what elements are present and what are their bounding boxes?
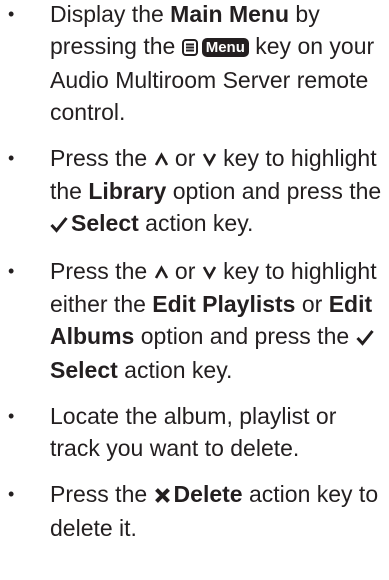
bullet: • (8, 148, 15, 168)
step-locate-item: • Locate the album, playlist or track yo… (0, 400, 389, 464)
select-term: Select (50, 357, 118, 383)
step-text: or (168, 258, 202, 284)
step-text: Display the (50, 1, 171, 27)
menu-key-label: Menu (201, 38, 249, 57)
main-menu-term: Main Menu (170, 1, 290, 27)
cross-icon (154, 480, 171, 512)
select-term: Select (71, 210, 139, 236)
bullet: • (8, 4, 15, 24)
step-text: action key. (138, 210, 254, 236)
caret-down-icon (202, 256, 217, 288)
menu-list-icon (181, 32, 198, 64)
caret-up-icon (154, 143, 169, 175)
step-text: Press the (50, 481, 154, 507)
step-text: Press the (50, 258, 154, 284)
step-text: option and press the (166, 178, 382, 204)
checkmark-icon (355, 322, 374, 354)
step-text: Press the (50, 145, 154, 171)
step-text: option and press the (134, 323, 356, 349)
step-text: Locate the album, playlist or track you … (50, 403, 337, 461)
caret-down-icon (202, 143, 217, 175)
step-display-main-menu: • Display the Main Menu by pressing the … (0, 0, 389, 128)
step-text: or (295, 291, 329, 317)
bullet: • (8, 484, 15, 504)
instruction-list: • Display the Main Menu by pressing the … (0, 0, 389, 544)
checkmark-icon (50, 209, 68, 241)
step-text: action key. (117, 357, 233, 383)
caret-up-icon (154, 256, 169, 288)
step-highlight-edit-option: • Press the or key to highlight either t… (0, 255, 389, 386)
edit-playlists-term: Edit Playlists (152, 291, 296, 317)
step-delete-item: • Press the Delete action key to delete … (0, 478, 389, 544)
step-highlight-library: • Press the or key to highlight the Libr… (0, 142, 389, 241)
library-term: Library (88, 178, 167, 204)
bullet: • (8, 406, 15, 426)
step-text: or (168, 145, 202, 171)
bullet: • (8, 261, 15, 281)
delete-term: Delete (173, 481, 243, 507)
